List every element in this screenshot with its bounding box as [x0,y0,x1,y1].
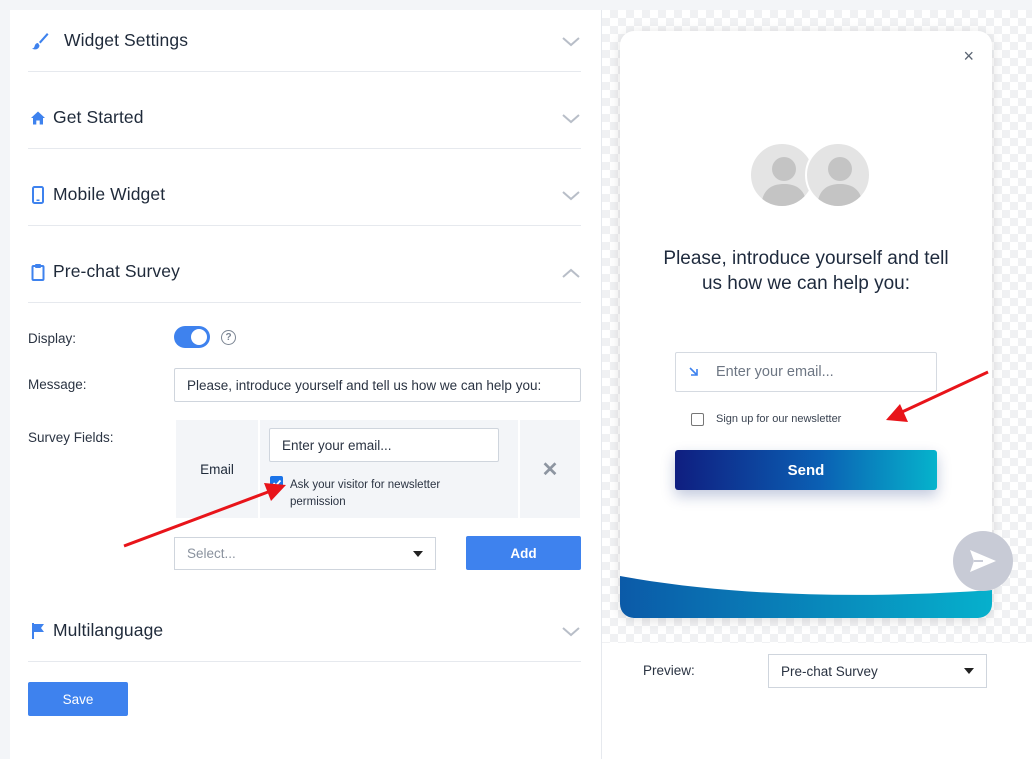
section-title: Widget Settings [64,30,189,50]
email-placeholder: Enter your email... [716,364,834,380]
avatar [805,142,871,208]
agent-avatars [749,142,873,210]
select-value: Pre-chat Survey [781,663,878,679]
preview-panel: × Please, introduce yourself and tell us… [601,10,1032,759]
save-button[interactable]: Save [28,682,128,716]
chevron-down-icon[interactable] [561,109,581,129]
display-toggle[interactable] [174,326,210,348]
arrow-in-icon [688,365,700,383]
chevron-up-icon[interactable] [561,263,581,283]
section-multilanguage[interactable]: Multilanguage [28,600,581,662]
clipboard-icon [28,262,48,282]
chevron-down-icon[interactable] [561,622,581,642]
select-value: Select... [187,546,236,561]
chevron-down-icon[interactable] [561,32,581,52]
brush-icon [30,31,50,51]
display-label: Display: [28,331,77,346]
field-placeholder-input[interactable] [269,428,499,462]
preview-label: Preview: [643,663,695,678]
home-icon [28,108,48,128]
field-type-select[interactable]: Select... [174,537,436,570]
close-icon: ✕ [541,458,559,481]
close-icon[interactable]: × [963,47,974,65]
send-icon [970,550,996,572]
chat-widget-preview: × Please, introduce yourself and tell us… [620,31,992,618]
delete-field-button[interactable]: ✕ [520,420,580,518]
section-mobile-widget[interactable]: Mobile Widget [28,164,581,226]
message-input[interactable] [174,368,581,402]
chat-launcher-button[interactable] [953,531,1013,591]
section-get-started[interactable]: Get Started [28,87,581,149]
field-name-cell: Email [176,420,258,518]
newsletter-checkbox[interactable] [691,413,704,426]
section-widget-settings[interactable]: Widget Settings [28,10,581,72]
widget-footer-wave [620,576,992,618]
toggle-knob [191,329,207,345]
field-name: Email [200,461,234,477]
send-button[interactable]: Send [675,450,937,490]
newsletter-label: Sign up for our newsletter [716,413,842,425]
section-title: Multilanguage [53,620,164,640]
help-icon[interactable]: ? [221,330,236,345]
field-options-cell: Ask your visitor for newsletter permissi… [260,420,518,518]
widget-email-input[interactable]: Enter your email... [675,352,937,392]
add-field-button[interactable]: Add [466,536,581,570]
mobile-icon [28,185,48,205]
section-title: Get Started [53,107,144,127]
caret-down-icon [964,668,974,674]
flag-icon [28,621,48,641]
preview-mode-select[interactable]: Pre-chat Survey [768,654,987,688]
survey-field-row: Email Ask your visitor for newsletter pe… [176,420,580,518]
survey-fields-label: Survey Fields: [28,430,114,445]
settings-panel: Widget Settings Get Started Mobile Widge… [10,10,601,759]
preview-canvas: × Please, introduce yourself and tell us… [602,10,1032,643]
section-title: Mobile Widget [53,184,166,204]
newsletter-permission-label: Ask your visitor for newsletter permissi… [290,479,441,508]
widget-title: Please, introduce yourself and tell us h… [663,248,949,294]
caret-down-icon [413,550,423,557]
message-label: Message: [28,377,87,392]
chevron-down-icon[interactable] [561,186,581,206]
section-title: Pre-chat Survey [53,261,180,281]
newsletter-permission-checkbox[interactable] [270,476,283,489]
section-pre-chat-survey[interactable]: Pre-chat Survey [28,241,581,303]
